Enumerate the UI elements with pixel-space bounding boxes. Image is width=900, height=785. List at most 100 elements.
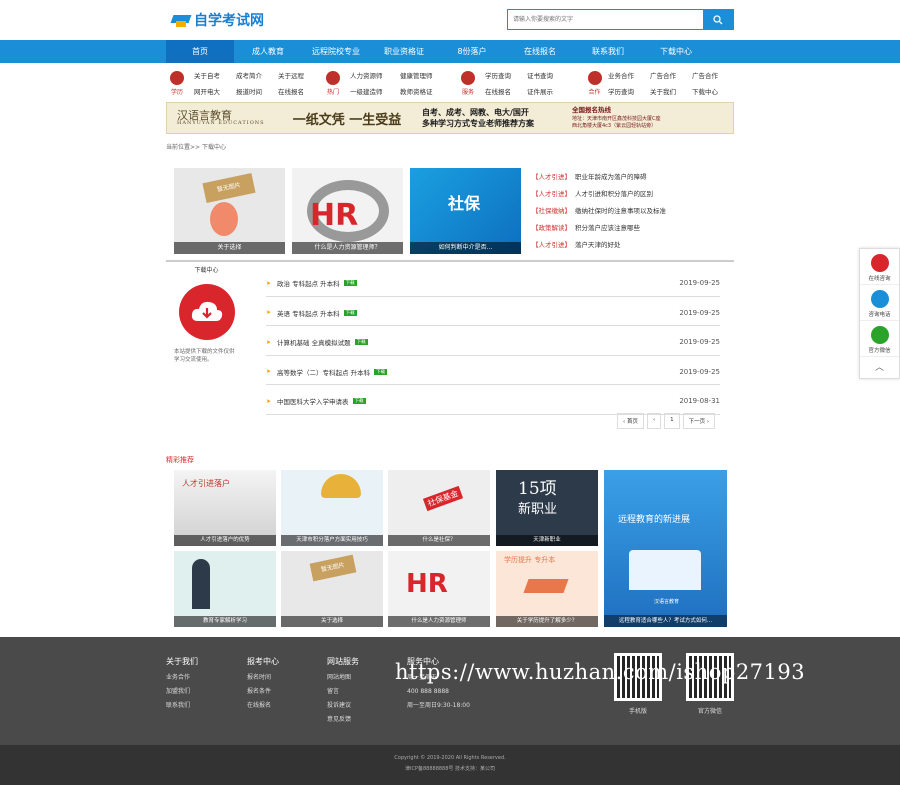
- pager-page[interactable]: 1: [664, 413, 680, 429]
- quick-link[interactable]: 人力资源师: [350, 70, 400, 80]
- section-divider: [166, 260, 734, 262]
- recommend-feature[interactable]: 远程教育的新进展 汉语言教育 远程教育适合哪些人？考试方式如何...: [604, 470, 727, 627]
- recommend-card[interactable]: 天津市积分落户方面实用技巧: [281, 470, 383, 546]
- footer-link[interactable]: 联系我们: [166, 699, 198, 713]
- search-icon: [713, 14, 723, 24]
- arrow-icon: ➤: [266, 279, 272, 287]
- quick-link[interactable]: 健康管理师: [400, 70, 450, 80]
- nav-item[interactable]: 远程院校专业: [302, 40, 370, 63]
- download-item[interactable]: ➤ 计算机基础 全真模拟试题 下载 2019-09-25: [266, 326, 720, 356]
- nav-item[interactable]: 8份落户: [438, 40, 506, 63]
- search-button[interactable]: [703, 10, 733, 29]
- recommend-card[interactable]: HR 什么是人力资源管理师: [388, 551, 490, 627]
- recommend-card[interactable]: 15项 新职业 天津新职业: [496, 470, 598, 546]
- quick-link[interactable]: 一级建造师: [350, 86, 400, 96]
- news-item[interactable]: 【人才引进】 落户天津的好处: [532, 238, 666, 255]
- footer-link[interactable]: 投诉建议: [327, 699, 359, 713]
- businessman-figure: [192, 559, 210, 609]
- quick-group-service: 服务: [457, 70, 479, 96]
- footer-link[interactable]: 报名条件: [247, 685, 279, 699]
- nav-item[interactable]: 成人教育: [234, 40, 302, 63]
- site-logo[interactable]: 自学考试网: [172, 10, 264, 30]
- footer-link[interactable]: 在线报名: [247, 699, 279, 713]
- recommend-card[interactable]: 人才引进落户 人才引进落户的优势: [174, 470, 276, 546]
- footer-link[interactable]: 加盟我们: [166, 685, 198, 699]
- recommend-title: 精彩推荐: [166, 456, 194, 464]
- quick-link[interactable]: 证件展示: [527, 86, 569, 96]
- footer-link[interactable]: 业务合作: [166, 671, 198, 685]
- quick-link[interactable]: 学历查询: [485, 70, 527, 80]
- wechat-button[interactable]: 官方微信: [860, 321, 899, 357]
- watermark: https://www.huzhan.com/ishop27193: [395, 660, 806, 684]
- news-section: 暂无图片 关于选择 HR 什么是人力资源管理师？ 社保 如何判断中介是否... …: [166, 168, 734, 254]
- recommend-card[interactable]: 暂无图片 关于选择: [281, 551, 383, 627]
- banner-text: 自考、成考、网教、电大/国开 多种学习方式专业老师推荐方案: [422, 107, 534, 128]
- quick-group-xueli: 学历: [166, 70, 188, 96]
- news-thumb[interactable]: HR 什么是人力资源管理师？: [292, 168, 403, 254]
- quick-link[interactable]: 关于远程: [278, 70, 320, 80]
- quick-link[interactable]: 广告合作: [650, 70, 692, 80]
- news-item[interactable]: 【人才引进】 人才引进和积分落户的区别: [532, 187, 666, 204]
- download-item[interactable]: ➤ 高等数学（二）专科起点 升本科 下载 2019-09-25: [266, 356, 720, 385]
- download-item[interactable]: ➤ 政治 专科起点 升本科 下载 2019-09-25: [266, 267, 720, 297]
- back-to-top-icon[interactable]: ︿: [860, 357, 899, 373]
- graduation-cap-icon: [172, 13, 190, 27]
- quick-link[interactable]: 在线报名: [278, 86, 320, 96]
- phone-button[interactable]: 咨询电话: [860, 285, 899, 321]
- quick-link[interactable]: 学历查询: [608, 86, 650, 96]
- banner-hotline: 全国报名热线 地址：天津市南开区鑫茂科技园大厦C座 西北角楼大厦4c3（紫云园轻轨站…: [572, 106, 661, 129]
- no-image-sign: 暂无图片: [202, 173, 256, 203]
- logo-text: 自学考试网: [194, 13, 264, 29]
- download-section: 下载中心 本站提供下载的文件仅供学习交流使用。 ➤ 政治 专科起点 升本科 下载 20…: [166, 265, 734, 440]
- recommend-card[interactable]: 学历提升 专升本 关于学历提升了解多少？: [496, 551, 598, 627]
- quick-link[interactable]: 成考简介: [236, 70, 278, 80]
- download-item[interactable]: ➤ 中国医科大学入学申请表 下载 2019-08-31: [266, 385, 720, 415]
- nav-item[interactable]: 联系我们: [574, 40, 642, 63]
- quick-link[interactable]: 业务合作: [608, 70, 650, 80]
- download-item[interactable]: ➤ 英语 专科起点 升本科 下载 2019-09-25: [266, 297, 720, 326]
- nav-item[interactable]: 在线报名: [506, 40, 574, 63]
- quick-link[interactable]: 网开电大: [194, 86, 236, 96]
- quick-link[interactable]: 关于我们: [650, 86, 692, 96]
- recommend-card[interactable]: 社保基金 什么是社保？: [388, 470, 490, 546]
- footer-link[interactable]: 报名时间: [247, 671, 279, 685]
- pager-first[interactable]: ‹ 首页: [617, 413, 644, 429]
- quick-group-coop: 合作: [587, 70, 602, 96]
- nav-item[interactable]: 下载中心: [642, 40, 710, 63]
- quick-link[interactable]: 报道时间: [236, 86, 278, 96]
- nav-item[interactable]: 职业资格证: [370, 40, 438, 63]
- grad-cap-icon: [523, 579, 569, 593]
- wechat-icon: [870, 326, 889, 344]
- news-item[interactable]: 【社保缴纳】 缴纳社保时的注意事项以及标准: [532, 204, 666, 221]
- search-input[interactable]: [508, 10, 703, 29]
- cloud-download-icon: [178, 284, 235, 340]
- nav-item-home[interactable]: 首页: [166, 40, 234, 63]
- news-item[interactable]: 【政策解读】 积分落户应该注意哪些: [532, 221, 666, 238]
- footer-link[interactable]: 意见反馈: [327, 713, 359, 727]
- footer-link[interactable]: 留言: [327, 685, 359, 699]
- phone-icon: [870, 290, 889, 308]
- footer-col: 关于我们 业务合作 加盟我们 联系我们: [166, 655, 198, 713]
- pager-prev[interactable]: ‹: [646, 413, 662, 429]
- online-consult-button[interactable]: 在线咨询: [860, 249, 899, 285]
- avatar-icon: [870, 254, 889, 272]
- news-thumb[interactable]: 社保 如何判断中介是否...: [410, 168, 521, 254]
- news-item[interactable]: 【人才引进】 职业年龄成为落户的障碍: [532, 170, 666, 187]
- quick-link[interactable]: 广告合作: [692, 70, 734, 80]
- news-thumb[interactable]: 暂无图片 关于选择: [174, 168, 285, 254]
- news-list: 【人才引进】 职业年龄成为落户的障碍 【人才引进】 人才引进和积分落户的区别 【社保…: [532, 170, 666, 255]
- pager-next[interactable]: 下一页 ›: [682, 413, 716, 429]
- recommend-card[interactable]: 教育专家解析学习: [174, 551, 276, 627]
- quick-link[interactable]: 教师资格证: [400, 86, 450, 96]
- download-desc: 本站提供下载的文件仅供学习交流使用。: [174, 349, 235, 364]
- footer-link[interactable]: 网站地图: [327, 671, 359, 685]
- download-list: ➤ 政治 专科起点 升本科 下载 2019-09-25 ➤ 英语 专科起点 升本科 下载 2…: [266, 267, 720, 415]
- banner-brand: 汉语言教育 HANYUYAN EDUCATIONS: [177, 109, 265, 126]
- ad-banner[interactable]: 汉语言教育 HANYUYAN EDUCATIONS 一纸文凭 一生受益 自考、成考…: [166, 102, 734, 134]
- quick-link[interactable]: 证书查询: [527, 70, 569, 80]
- quick-link[interactable]: 关于自考: [194, 70, 236, 80]
- arrow-icon: ➤: [266, 368, 272, 376]
- quick-link[interactable]: 下载中心: [692, 86, 734, 96]
- download-title: 下载中心: [194, 267, 219, 274]
- quick-link[interactable]: 在线报名: [485, 86, 527, 96]
